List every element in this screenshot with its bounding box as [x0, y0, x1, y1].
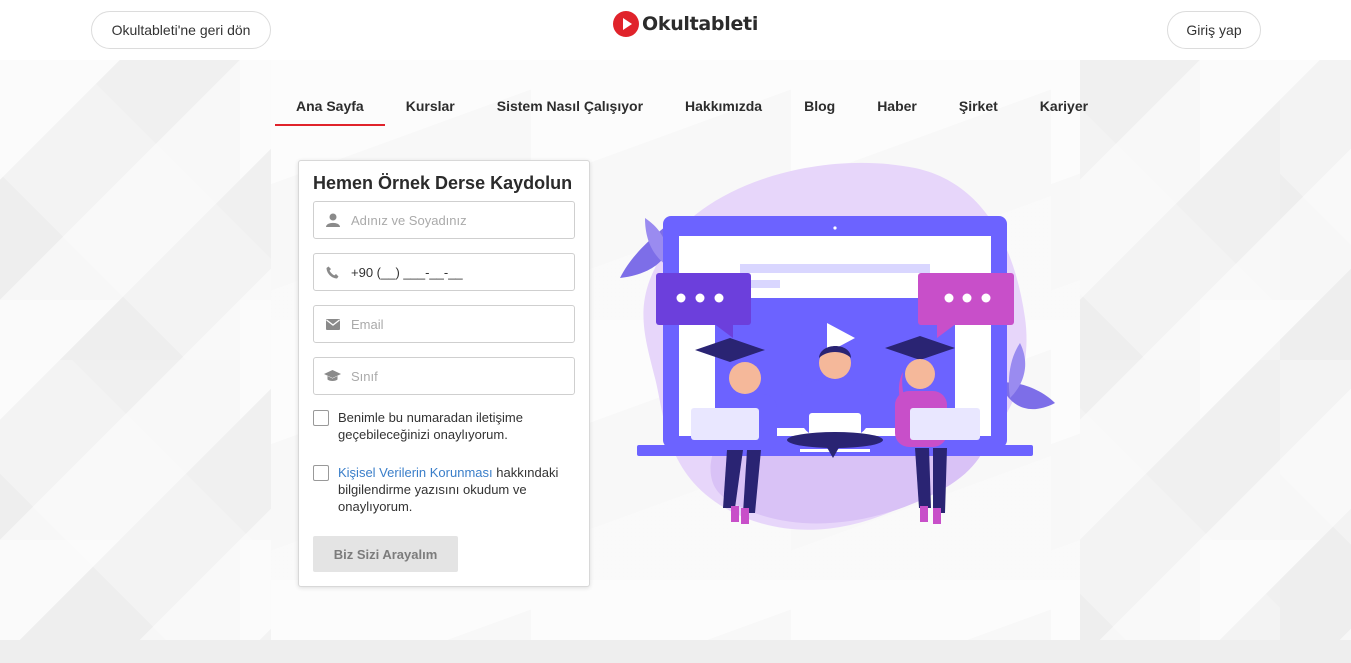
name-input[interactable]: [351, 202, 574, 238]
back-to-site-button[interactable]: Okultableti'ne geri dön: [91, 11, 271, 49]
envelope-icon: [314, 318, 351, 330]
kvkk-consent-row: Kişisel Verilerin Korunması hakkındaki b…: [313, 464, 583, 515]
online-class-illustration: [615, 158, 1060, 538]
email-field: [313, 305, 575, 343]
signup-form-card: Hemen Örnek Derse Kaydolun Benimle bu nu…: [298, 160, 590, 587]
grade-field: [313, 357, 575, 395]
logo-text: Okultableti: [642, 13, 759, 35]
nav-item-ana-sayfa[interactable]: Ana Sayfa: [275, 88, 385, 126]
form-title: Hemen Örnek Derse Kaydolun: [313, 173, 573, 193]
kvkk-consent-label: Kişisel Verilerin Korunması hakkındaki b…: [338, 464, 583, 515]
kvkk-link[interactable]: Kişisel Verilerin Korunması: [338, 465, 493, 480]
user-icon: [314, 213, 351, 227]
nav-item-kariyer[interactable]: Kariyer: [1019, 88, 1109, 126]
grade-input[interactable]: [351, 358, 574, 394]
name-field: [313, 201, 575, 239]
phone-input[interactable]: [351, 254, 574, 290]
online-class-illustration-svg: [620, 162, 1055, 530]
kvkk-consent-checkbox[interactable]: [313, 465, 329, 481]
graduation-cap-icon: [314, 370, 351, 382]
phone-icon: [314, 266, 351, 279]
nav-item-haber[interactable]: Haber: [856, 88, 938, 126]
logo[interactable]: Okultableti: [613, 11, 758, 37]
footer-strip: [0, 640, 1351, 663]
nav-item-kurslar[interactable]: Kurslar: [385, 88, 476, 126]
play-logo-icon: [613, 11, 639, 37]
nav-item-blog[interactable]: Blog: [783, 88, 856, 126]
phone-field: [313, 253, 575, 291]
login-button[interactable]: Giriş yap: [1167, 11, 1261, 49]
nav-item-hakkimizda[interactable]: Hakkımızda: [664, 88, 783, 126]
nav-item-sirket[interactable]: Şirket: [938, 88, 1019, 126]
main-nav: Ana Sayfa Kurslar Sistem Nasıl Çalışıyor…: [275, 88, 1109, 126]
email-input[interactable]: [351, 306, 574, 342]
contact-consent-row: Benimle bu numaradan iletişime geçebilec…: [313, 409, 583, 443]
top-bar: Okultableti'ne geri dön Okultableti Giri…: [0, 0, 1351, 60]
call-me-button[interactable]: Biz Sizi Arayalım: [313, 536, 458, 572]
nav-item-sistem[interactable]: Sistem Nasıl Çalışıyor: [476, 88, 664, 126]
contact-consent-label: Benimle bu numaradan iletişime geçebilec…: [338, 410, 523, 442]
contact-consent-checkbox[interactable]: [313, 410, 329, 426]
